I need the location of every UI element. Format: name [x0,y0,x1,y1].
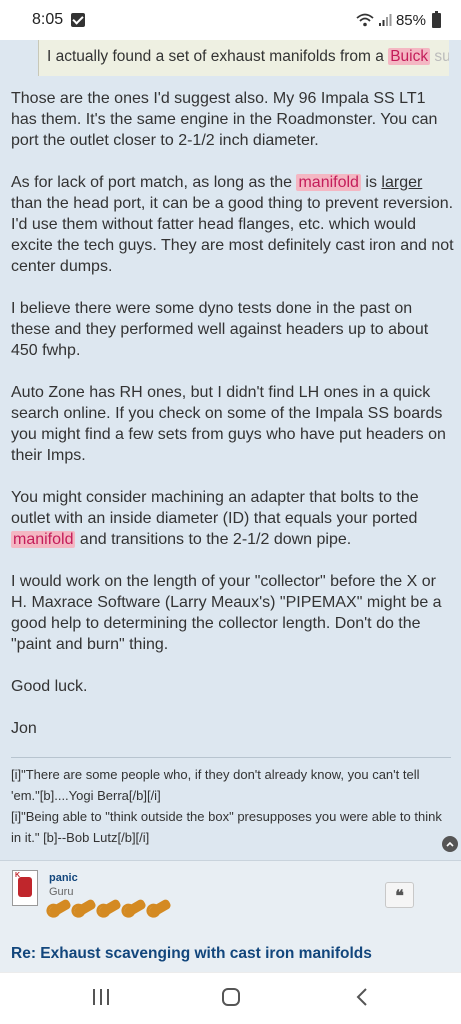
signature: [i]"There are some people who, if they d… [11,757,451,848]
recents-icon [100,989,102,1005]
recents-button[interactable] [93,989,109,1005]
post-body: Those are the ones I'd suggest also. My … [11,88,455,760]
notification-check-icon [71,13,86,27]
post-paragraph: As for lack of port match, as long as th… [11,172,455,277]
username-link[interactable]: panic [49,872,78,884]
scroll-to-top-button[interactable] [442,836,458,852]
user-rank: Guru [49,886,74,898]
wrench-icon [47,898,73,918]
text-span: is [360,174,382,191]
signal-icon [378,14,392,26]
back-button[interactable] [356,987,368,1007]
wrench-icon [122,898,148,918]
post-title[interactable]: Re: Exhaust scavenging with cast iron ma… [11,945,372,963]
avatar-image [18,877,32,897]
recents-icon [93,989,95,1005]
battery-icon [432,10,441,28]
search-highlight: manifold [11,531,76,548]
avatar[interactable]: K [12,870,38,906]
quote-button[interactable]: ❝ [385,882,414,908]
battery-percent: 85% [395,11,426,29]
status-time: 8:05 [32,11,64,28]
home-button[interactable] [222,988,240,1006]
text-span: As for lack of port match, as long as th… [11,174,297,191]
text-span: You might consider machining an adapter … [11,489,419,527]
post-paragraph: Jon [11,720,37,737]
wrench-icon [147,898,173,918]
status-icons: 85% [356,10,441,29]
wrench-icon [97,898,123,918]
status-bar: 8:05 85% [0,0,461,40]
signature-line: [i]"There are some people who, if they d… [11,767,420,803]
text-span: and transitions to the 2-1/2 down pipe. [75,531,352,548]
post-paragraph: I believe there were some dyno tests don… [11,300,429,359]
underlined-text: larger [381,174,423,191]
post-paragraph: I would work on the length of your "coll… [11,573,442,653]
quote-highlight: Buick [388,48,431,65]
quote-text: I actually found a set of exhaust manifo… [47,48,389,65]
chevron-up-icon [446,841,454,847]
system-nav-bar [0,972,461,1024]
wrench-icon [72,898,98,918]
rank-icons [47,898,173,918]
post-paragraph: You might consider machining an adapter … [11,487,455,550]
search-highlight: manifold [296,174,361,191]
post-paragraph: Auto Zone has RH ones, but I didn't find… [11,384,446,464]
quote-ghost-text: sub-roadmaster [434,48,449,65]
post-paragraph: Good luck. [11,678,88,695]
recents-icon [107,989,109,1005]
next-post: K panic Guru ❝ Re: Exhaust scavenging wi… [0,860,461,972]
text-span: than the head port, it can be a good thi… [11,195,454,275]
signature-line: [i]"Being able to "think outside the box… [11,809,442,845]
post-paragraph: Those are the ones I'd suggest also. My … [11,90,438,149]
wifi-icon [356,13,374,27]
quoted-text: I actually found a set of exhaust manifo… [38,40,449,76]
